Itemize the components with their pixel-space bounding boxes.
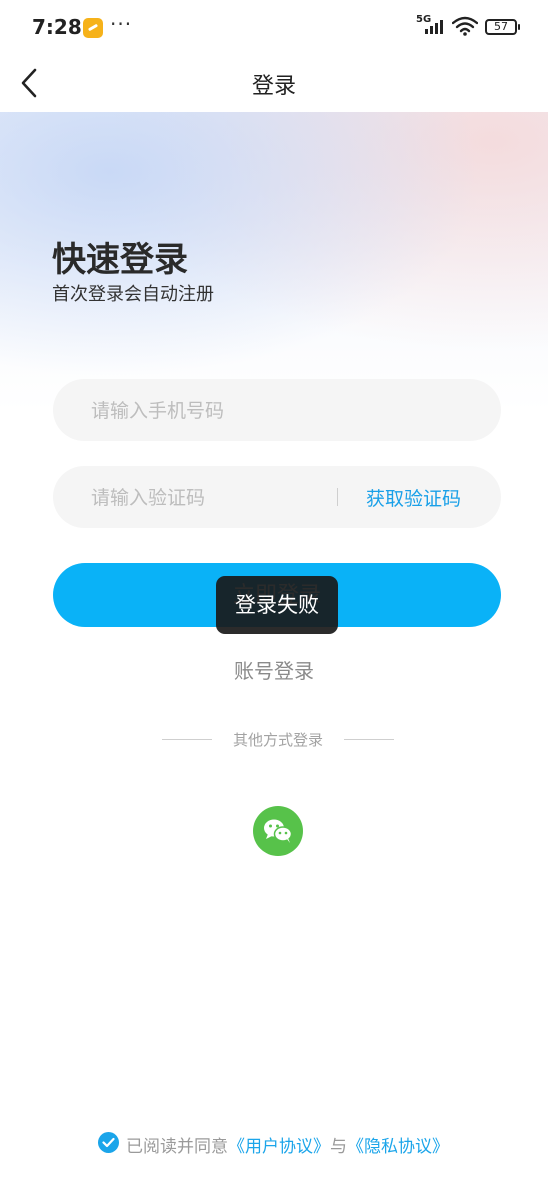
agreement-prefix: 已阅读并同意 <box>126 1137 228 1157</box>
get-code-button[interactable]: 获取验证码 <box>366 484 461 511</box>
wechat-login-button[interactable] <box>253 806 303 856</box>
phone-input[interactable] <box>89 379 473 443</box>
signal-icon <box>425 20 447 34</box>
nav-bar: 登录 <box>0 56 548 110</box>
status-time: 7:28 <box>32 15 82 39</box>
divider-line-right <box>344 739 394 740</box>
verification-code-input[interactable] <box>89 466 333 530</box>
agreement-and: 与 <box>330 1137 347 1157</box>
page-title: 登录 <box>251 74 296 99</box>
login-subheading: 首次登录会自动注册 <box>52 284 214 305</box>
check-icon <box>102 1137 115 1148</box>
battery-icon: 57 <box>485 19 520 35</box>
error-toast: 登录失败 <box>216 576 338 634</box>
status-bar: 7:28 ··· 5G 57 <box>0 0 548 56</box>
divider <box>337 488 338 506</box>
code-field-container: 获取验证码 <box>53 466 501 530</box>
user-agreement-link[interactable]: 《用户协议》 <box>228 1137 330 1157</box>
agreement-checkbox[interactable] <box>98 1132 119 1153</box>
login-heading: 快速登录 <box>52 240 188 280</box>
more-notifications-icon: ··· <box>110 12 133 36</box>
wechat-icon <box>264 819 293 843</box>
account-login-link[interactable]: 账号登录 <box>0 655 548 684</box>
agreement-text: 已阅读并同意《用户协议》与《隐私协议》 <box>126 1132 449 1157</box>
other-login-divider: 其他方式登录 <box>162 728 394 750</box>
phone-field-container <box>53 379 501 443</box>
wifi-icon <box>452 16 478 36</box>
notification-app-icon <box>83 18 103 38</box>
privacy-agreement-link[interactable]: 《隐私协议》 <box>347 1137 449 1157</box>
